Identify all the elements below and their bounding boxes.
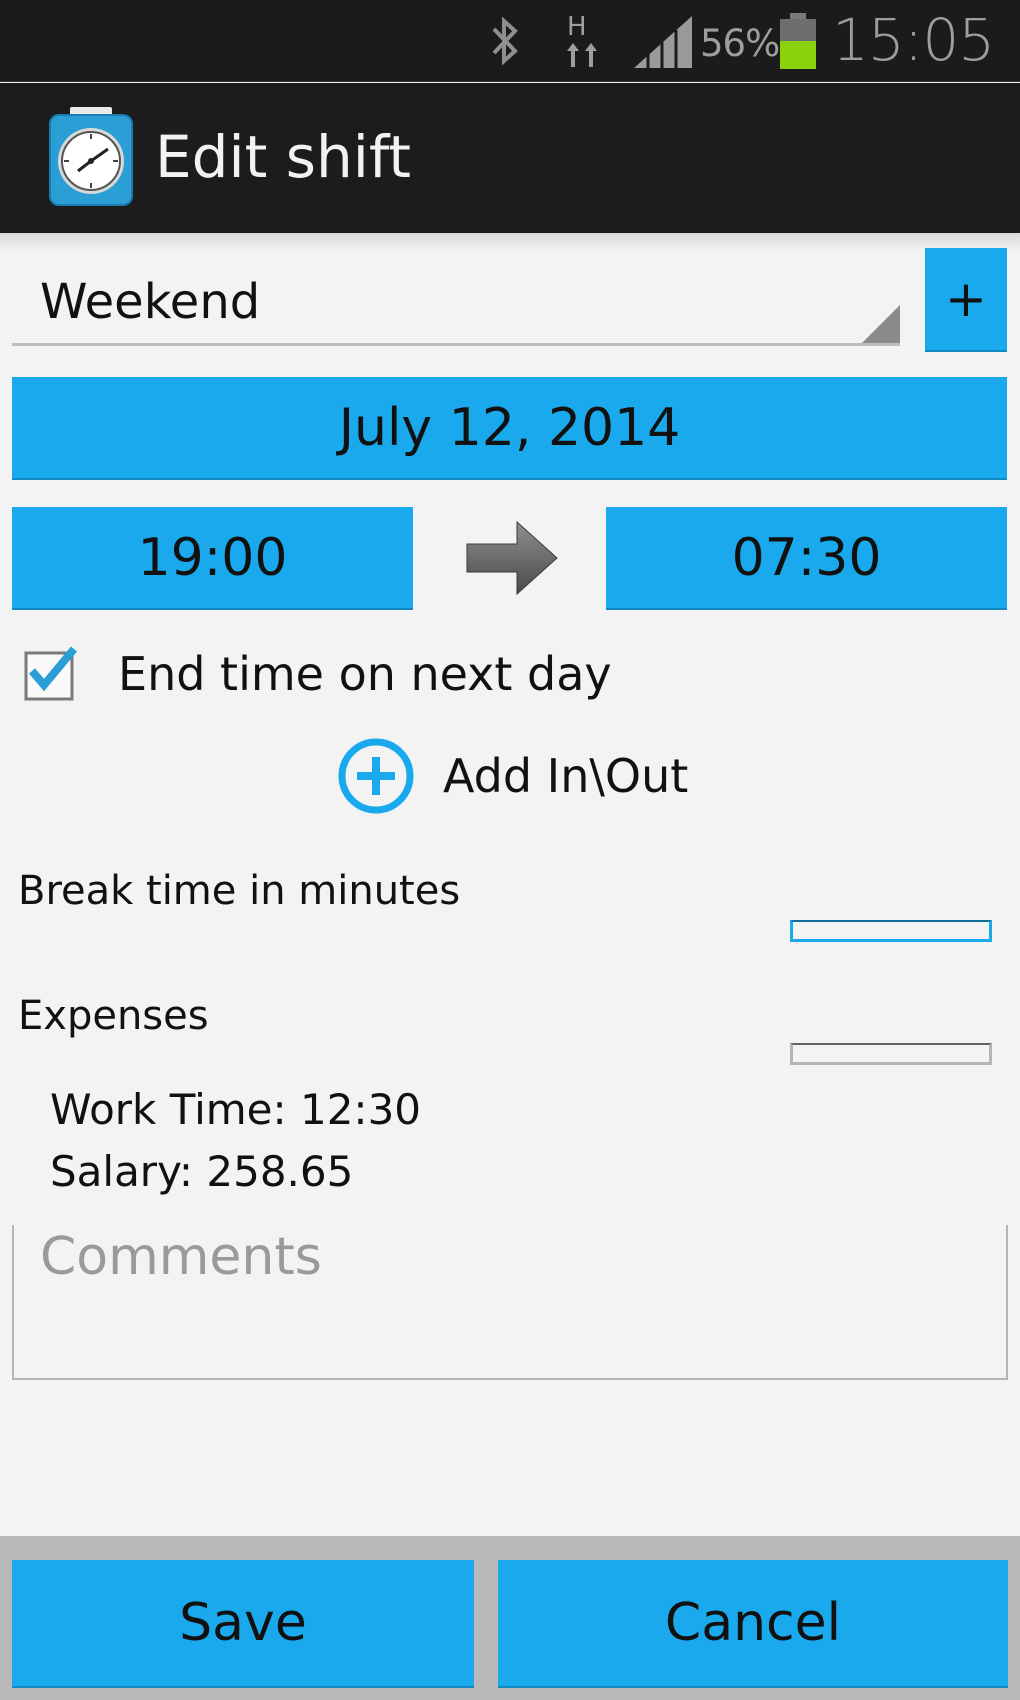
bluetooth-icon <box>490 0 534 82</box>
dropdown-arrow-icon <box>862 305 900 343</box>
expenses-input[interactable] <box>790 1043 992 1065</box>
svg-text:H: H <box>567 12 587 42</box>
plus-circle-icon <box>335 735 417 817</box>
next-day-checkbox[interactable] <box>24 645 80 701</box>
status-bar: H 56% 15:05 <box>0 0 1020 82</box>
expenses-label: Expenses <box>18 993 209 1039</box>
network-h-icon: H <box>565 0 609 82</box>
break-time-input[interactable] <box>790 920 992 942</box>
next-day-label: End time on next day <box>118 647 612 701</box>
shift-type-spinner[interactable]: Weekend <box>12 250 900 346</box>
shift-type-value: Weekend <box>40 274 261 330</box>
add-inout-button[interactable]: Add In\Out <box>335 735 715 817</box>
add-inout-label: Add In\Out <box>443 749 689 803</box>
add-shift-type-button[interactable]: + <box>925 248 1007 350</box>
battery-icon <box>778 0 820 82</box>
break-time-label: Break time in minutes <box>18 868 461 914</box>
battery-percent: 56% <box>700 22 780 65</box>
signal-icon <box>632 0 698 82</box>
save-button[interactable]: Save <box>12 1560 474 1686</box>
action-bar: Edit shift <box>0 83 1020 233</box>
work-time-text: Work Time: 12:30 <box>50 1085 422 1134</box>
status-time: 15:05 <box>832 6 995 74</box>
comments-field[interactable] <box>12 1225 1008 1380</box>
start-time-button[interactable]: 19:00 <box>12 507 413 608</box>
cancel-button[interactable]: Cancel <box>498 1560 1008 1686</box>
page-title: Edit shift <box>155 123 411 191</box>
stopwatch-icon[interactable] <box>48 105 134 207</box>
date-button[interactable]: July 12, 2014 <box>12 377 1007 478</box>
arrow-right-icon <box>465 518 560 598</box>
end-time-button[interactable]: 07:30 <box>606 507 1007 608</box>
action-bar-shadow <box>0 233 1020 251</box>
salary-text: Salary: 258.65 <box>50 1147 354 1196</box>
